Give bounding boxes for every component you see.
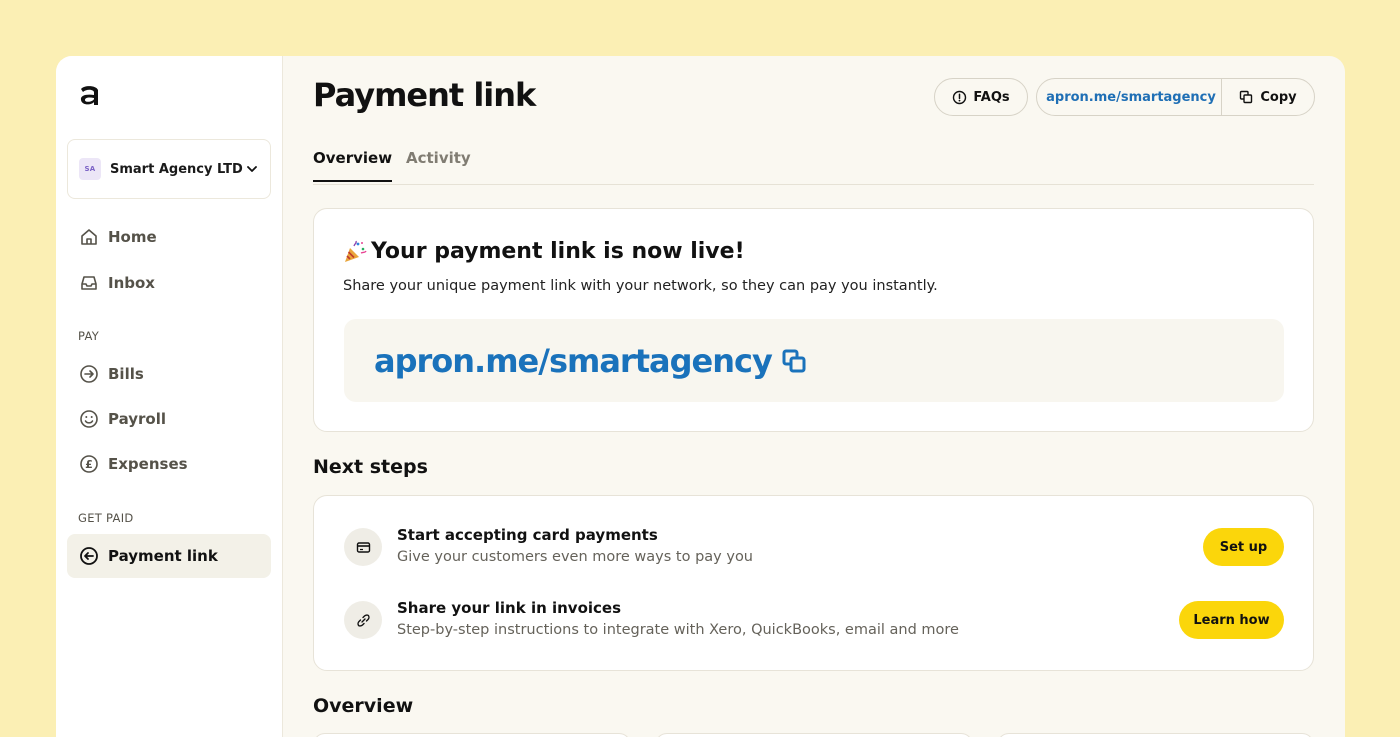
payment-link-pill: apron.me/smartagency Copy (1036, 78, 1315, 116)
overview-section-title: Overview (313, 695, 414, 717)
copy-link-button[interactable]: Copy (1221, 79, 1314, 115)
overview-card (655, 733, 973, 737)
sidebar-item-payroll[interactable]: Payroll (67, 397, 271, 441)
step-title: Share your link in invoices (397, 599, 622, 617)
inbox-icon (81, 276, 97, 290)
overview-cards (313, 733, 1314, 737)
link-icon (344, 601, 382, 639)
chevron-down-icon (247, 166, 257, 172)
org-avatar: SA (79, 158, 101, 180)
learn-how-button[interactable]: Learn how (1179, 601, 1284, 639)
organization-switcher[interactable]: SA Smart Agency LTD (67, 139, 271, 199)
tab-bar: Overview Activity (313, 149, 1314, 185)
step-title: Start accepting card payments (397, 526, 658, 544)
arrow-right-circle-icon (80, 365, 98, 383)
next-steps-title: Next steps (313, 456, 428, 478)
step-description: Give your customers even more ways to pa… (397, 549, 754, 565)
pound-circle-icon: £ (80, 455, 98, 473)
copy-icon (1240, 90, 1253, 104)
sidebar-item-label: Payroll (108, 410, 167, 428)
home-icon (81, 229, 97, 245)
nav-section-pay: PAY (78, 329, 100, 343)
sidebar-item-payment-link[interactable]: Payment link (67, 534, 271, 578)
overview-card (997, 733, 1314, 737)
step-description: Step-by-step instructions to integrate w… (397, 622, 959, 638)
party-popper-icon (345, 240, 367, 262)
info-icon (953, 90, 967, 104)
sidebar-item-label: Bills (108, 365, 144, 383)
overview-card (313, 733, 631, 737)
smiley-icon (80, 410, 98, 428)
set-up-button[interactable]: Set up (1203, 528, 1284, 566)
sidebar-item-expenses[interactable]: £ Expenses (67, 442, 271, 486)
sidebar-item-home[interactable]: Home (67, 215, 271, 259)
sidebar-item-bills[interactable]: Bills (67, 352, 271, 396)
sidebar-item-label: Inbox (108, 274, 155, 292)
live-card-title: Your payment link is now live! (343, 239, 745, 264)
org-name: Smart Agency LTD (110, 161, 243, 177)
payment-link-url[interactable]: apron.me/smartagency (1037, 90, 1221, 105)
live-card-title-text: Your payment link is now live! (371, 239, 745, 264)
main-content: Payment link FAQs apron.me/smartagency C… (284, 56, 1345, 737)
link-live-card: Your payment link is now live! Share you… (313, 208, 1314, 432)
copy-label: Copy (1260, 89, 1297, 105)
card-icon (344, 528, 382, 566)
copy-icon[interactable] (782, 349, 806, 373)
svg-text:£: £ (85, 458, 93, 471)
page-title: Payment link (313, 76, 536, 114)
tab-activity[interactable]: Activity (406, 149, 471, 180)
next-steps-card: Start accepting card payments Give your … (313, 495, 1314, 671)
arrow-left-circle-icon (80, 547, 98, 565)
app-window: SA Smart Agency LTD Home Inbox PAY Bills… (56, 56, 1345, 737)
sidebar-item-label: Expenses (108, 455, 188, 473)
sidebar-item-inbox[interactable]: Inbox (67, 261, 271, 305)
apron-logo-icon[interactable] (78, 83, 102, 109)
nav-section-get-paid: GET PAID (78, 511, 134, 525)
sidebar-item-label: Home (108, 228, 157, 246)
sidebar: SA Smart Agency LTD Home Inbox PAY Bills… (56, 56, 283, 737)
faqs-button[interactable]: FAQs (934, 78, 1028, 116)
live-card-subtitle: Share your unique payment link with your… (343, 278, 938, 294)
tab-overview[interactable]: Overview (313, 149, 393, 182)
faqs-label: FAQs (973, 89, 1010, 105)
payment-link-box[interactable]: apron.me/smartagency (344, 319, 1284, 402)
sidebar-item-label: Payment link (108, 547, 218, 565)
payment-link-large[interactable]: apron.me/smartagency (374, 342, 773, 380)
